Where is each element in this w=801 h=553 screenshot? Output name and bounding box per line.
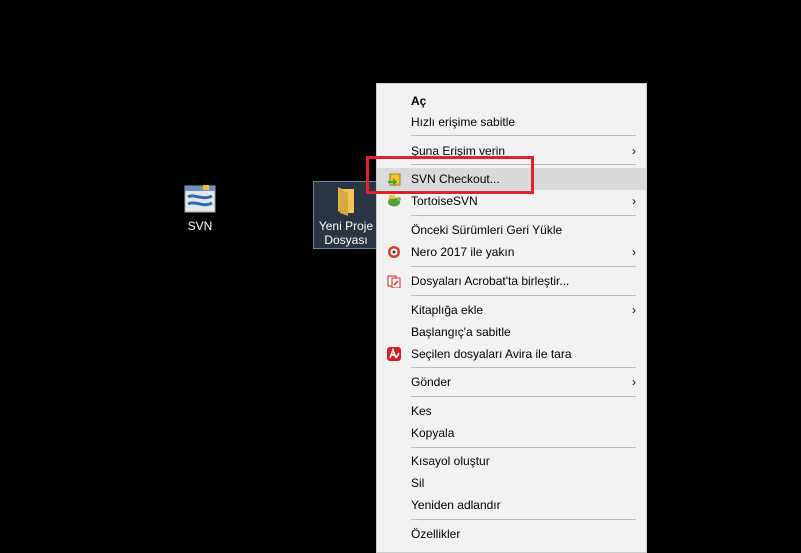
chevron-right-icon: › — [632, 144, 636, 158]
menu-item-create-shortcut[interactable]: Kısayol oluştur — [377, 450, 646, 472]
menu-item-send-to[interactable]: Gönder › — [377, 371, 646, 393]
menu-item-label: Başlangıç'a sabitle — [411, 325, 511, 339]
menu-separator — [411, 266, 636, 267]
menu-item-label: Dosyaları Acrobat'ta birleştir... — [411, 274, 570, 288]
menu-item-restore-previous[interactable]: Önceki Sürümleri Geri Yükle — [377, 219, 646, 241]
chevron-right-icon: › — [632, 194, 636, 208]
menu-item-pin-quick-access[interactable]: Hızlı erişime sabitle — [377, 111, 646, 133]
menu-item-label: Nero 2017 ile yakın — [411, 245, 515, 259]
menu-separator — [411, 367, 636, 368]
tortoisesvn-icon — [388, 195, 401, 207]
folder-label-line1: Yeni Proje — [318, 219, 374, 233]
menu-separator — [411, 215, 636, 216]
svn-desktop-shortcut[interactable]: SVN — [172, 183, 228, 233]
chevron-right-icon: › — [632, 303, 636, 317]
menu-item-rename[interactable]: Yeniden adlandır — [377, 494, 646, 516]
menu-item-open[interactable]: Aç — [377, 90, 646, 112]
menu-item-label: Hızlı erişime sabitle — [411, 115, 516, 129]
menu-item-delete[interactable]: Sil — [377, 472, 646, 494]
menu-item-copy[interactable]: Kopyala — [377, 422, 646, 444]
menu-item-label: Seçilen dosyaları Avira ile tara — [411, 347, 572, 361]
highlight-annotation-box — [366, 156, 534, 194]
menu-separator — [411, 396, 636, 397]
avira-icon — [387, 347, 401, 361]
menu-item-label: Kitaplığa ekle — [411, 303, 484, 317]
menu-item-label: Kes — [411, 404, 432, 418]
chevron-right-icon: › — [632, 375, 636, 389]
menu-item-add-to-library[interactable]: Kitaplığa ekle › — [377, 299, 646, 321]
context-menu: Aç Hızlı erişime sabitle Şuna Erişim ver… — [376, 83, 647, 553]
svn-shortcut-icon — [184, 185, 216, 213]
menu-item-label: Sil — [411, 476, 425, 490]
menu-item-label: Önceki Sürümleri Geri Yükle — [411, 223, 563, 237]
menu-separator — [411, 519, 636, 520]
menu-item-acrobat[interactable]: Dosyaları Acrobat'ta birleştir... — [377, 270, 646, 292]
chevron-right-icon: › — [632, 245, 636, 259]
svn-shortcut-label: SVN — [187, 219, 213, 233]
menu-item-cut[interactable]: Kes — [377, 400, 646, 422]
menu-item-label: Kopyala — [411, 426, 455, 440]
menu-item-nero[interactable]: Nero 2017 ile yakın › — [377, 241, 646, 263]
folder-icon — [338, 187, 354, 216]
menu-item-label: TortoiseSVN — [411, 194, 478, 208]
menu-item-properties[interactable]: Özellikler — [377, 523, 646, 545]
menu-separator — [411, 447, 636, 448]
nero-icon — [388, 246, 400, 258]
menu-item-label: Kısayol oluştur — [411, 454, 490, 468]
acrobat-icon — [387, 275, 401, 288]
menu-item-label: Gönder — [411, 375, 452, 389]
menu-item-label: Aç — [411, 94, 427, 108]
menu-item-label: Yeniden adlandır — [411, 498, 501, 512]
menu-item-pin-to-start[interactable]: Başlangıç'a sabitle — [377, 321, 646, 343]
menu-separator — [411, 295, 636, 296]
menu-item-label: Özellikler — [411, 527, 461, 541]
folder-label-line2: Dosyası — [324, 233, 368, 247]
menu-separator — [411, 135, 636, 136]
menu-item-avira-scan[interactable]: Seçilen dosyaları Avira ile tara — [377, 343, 646, 365]
